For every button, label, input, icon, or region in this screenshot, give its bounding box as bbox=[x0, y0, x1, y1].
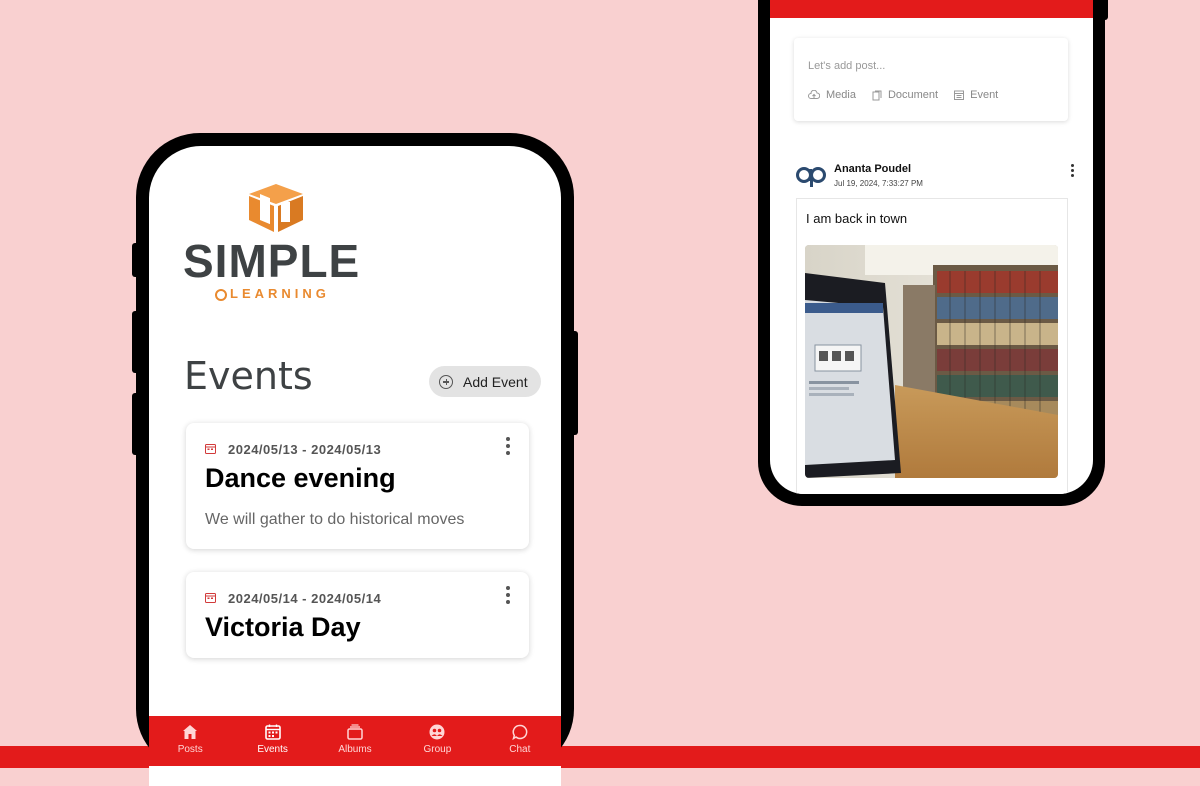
events-screen: SIMPLE LEARNING Events Add Event 2024/05… bbox=[149, 146, 561, 786]
post-header: Ananta Poudel Jul 19, 2024, 7:33:27 PM bbox=[795, 161, 1075, 193]
calendar-icon bbox=[954, 90, 965, 100]
post-composer[interactable]: Let's add post... Media Document Event bbox=[794, 38, 1068, 121]
post-timestamp: Jul 19, 2024, 7:33:27 PM bbox=[834, 179, 923, 188]
event-option-label: Event bbox=[970, 89, 999, 101]
more-options-icon[interactable] bbox=[505, 586, 511, 604]
home-icon bbox=[183, 725, 198, 739]
e-circle-icon bbox=[215, 288, 227, 301]
library-laptop-photo bbox=[805, 245, 1058, 478]
bottom-tab-bar: Posts Events Albums Group Chat bbox=[149, 716, 561, 766]
composer-placeholder[interactable]: Let's add post... bbox=[808, 60, 885, 72]
document-option-label: Document bbox=[887, 89, 939, 101]
cloud-upload-icon bbox=[808, 90, 820, 99]
feed-screen: Let's add post... Media Document Event A… bbox=[770, 0, 1093, 494]
top-app-bar bbox=[770, 0, 1093, 18]
avatar[interactable] bbox=[795, 161, 827, 189]
phone-side-button bbox=[132, 243, 140, 277]
event-card[interactable]: 2024/05/13 - 2024/05/13 Dance evening We… bbox=[186, 423, 529, 549]
post-photo[interactable] bbox=[805, 245, 1058, 478]
logo-word: SIMPLE bbox=[183, 235, 361, 287]
page-title: Events bbox=[184, 354, 313, 398]
post-text: I am back in town bbox=[806, 211, 908, 226]
tab-events[interactable]: Events bbox=[231, 716, 313, 766]
box-logo-icon bbox=[249, 184, 303, 232]
post-card: I am back in town bbox=[796, 198, 1068, 494]
event-card[interactable]: 2024/05/14 - 2024/05/14 Victoria Day bbox=[186, 572, 529, 658]
calendar-icon bbox=[264, 724, 281, 740]
media-option-label: Media bbox=[826, 89, 856, 101]
tab-posts[interactable]: Posts bbox=[149, 716, 231, 766]
add-event-button[interactable]: Add Event bbox=[429, 366, 541, 397]
phone-feed: Let's add post... Media Document Event A… bbox=[758, 0, 1108, 506]
phone-power-button bbox=[570, 331, 578, 435]
simple-learning-logo: SIMPLE LEARNING bbox=[183, 182, 383, 307]
composer-options: Media Document Event bbox=[808, 89, 998, 101]
phone-volume-up-button bbox=[132, 311, 140, 373]
phone-power-button bbox=[1101, 0, 1108, 20]
tab-label: Posts bbox=[177, 744, 203, 755]
tab-label: Chat bbox=[509, 744, 531, 755]
logo-subword: LEARNING bbox=[215, 286, 330, 301]
phone-volume-down-button bbox=[132, 393, 140, 455]
calendar-icon bbox=[205, 593, 216, 603]
tab-label: Events bbox=[257, 744, 288, 755]
tab-chat[interactable]: Chat bbox=[479, 716, 561, 766]
add-event-label: Add Event bbox=[463, 373, 528, 390]
chat-icon bbox=[512, 724, 528, 741]
phone-events: SIMPLE LEARNING Events Add Event 2024/05… bbox=[132, 133, 578, 786]
event-date: 2024/05/14 - 2024/05/14 bbox=[228, 591, 382, 606]
event-title: Dance evening bbox=[205, 463, 396, 493]
logo-subword-text: LEARNING bbox=[230, 286, 330, 301]
event-title: Victoria Day bbox=[205, 612, 361, 642]
event-option[interactable]: Event bbox=[954, 89, 998, 101]
document-icon bbox=[872, 90, 882, 100]
event-date: 2024/05/13 - 2024/05/13 bbox=[228, 442, 382, 457]
tab-albums[interactable]: Albums bbox=[314, 716, 396, 766]
tab-group[interactable]: Group bbox=[396, 716, 478, 766]
album-icon bbox=[347, 724, 363, 740]
calendar-icon bbox=[205, 444, 216, 454]
tab-label: Group bbox=[423, 744, 452, 755]
group-icon bbox=[429, 724, 445, 740]
more-options-icon[interactable] bbox=[505, 437, 511, 455]
document-option[interactable]: Document bbox=[872, 89, 938, 101]
event-description: We will gather to do historical moves bbox=[205, 511, 465, 528]
more-options-icon[interactable] bbox=[1069, 164, 1075, 179]
post-author[interactable]: Ananta Poudel bbox=[834, 163, 911, 175]
media-option[interactable]: Media bbox=[808, 89, 856, 101]
plus-circle-icon bbox=[439, 374, 453, 389]
tab-label: Albums bbox=[338, 744, 372, 755]
